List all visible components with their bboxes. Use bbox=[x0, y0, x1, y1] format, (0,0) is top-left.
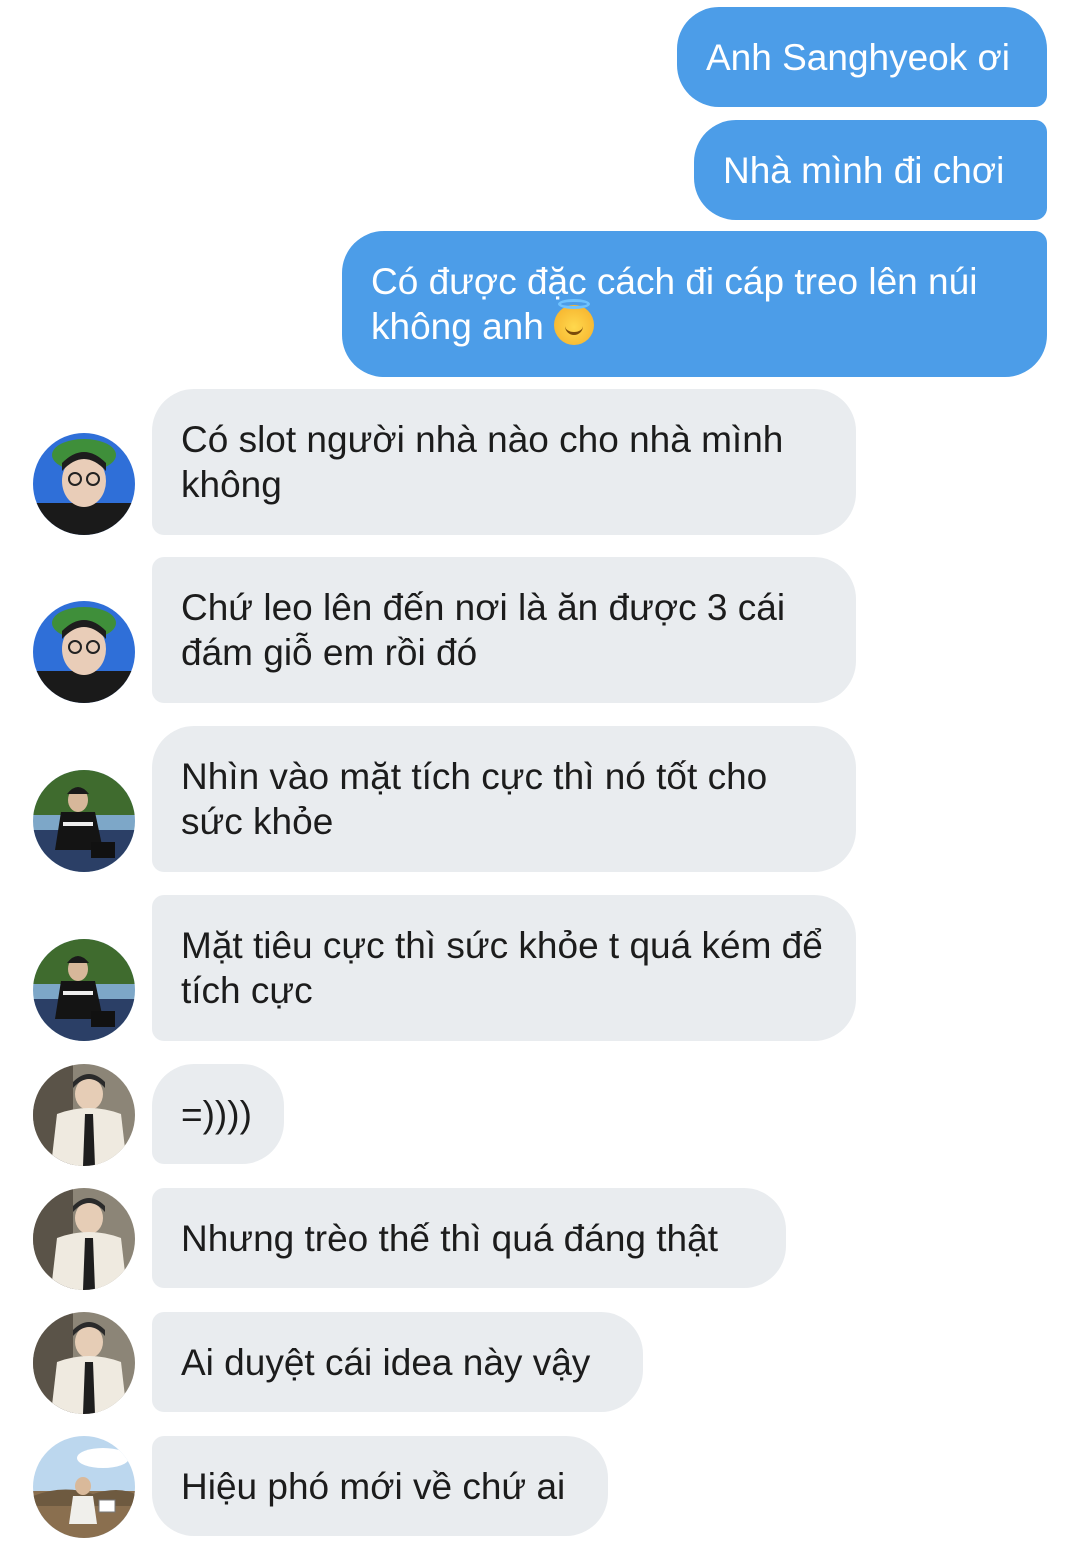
received-message[interactable]: =)))) bbox=[152, 1064, 284, 1164]
message-text: Nhìn vào mặt tích cực thì nó tốt cho sức… bbox=[181, 756, 768, 842]
received-message[interactable]: Ai duyệt cái idea này vậy bbox=[152, 1312, 643, 1412]
avatar[interactable] bbox=[33, 939, 135, 1041]
avatar[interactable] bbox=[33, 770, 135, 872]
avatar[interactable] bbox=[33, 1064, 135, 1166]
avatar[interactable] bbox=[33, 601, 135, 703]
message-text: Có slot người nhà nào cho nhà mình không bbox=[181, 419, 784, 505]
message-text: Nhà mình đi chơi bbox=[723, 149, 1005, 191]
avatar[interactable] bbox=[33, 1188, 135, 1290]
sent-message[interactable]: Nhà mình đi chơi bbox=[694, 120, 1047, 220]
message-text: Anh Sanghyeok ơi bbox=[706, 36, 1011, 78]
avatar-image bbox=[33, 939, 135, 1041]
avatar-image bbox=[33, 1064, 135, 1166]
message-text: Mặt tiêu cực thì sức khỏe t quá kém để t… bbox=[181, 925, 823, 1011]
avatar-image bbox=[33, 1188, 135, 1290]
message-text: Chứ leo lên đến nơi là ăn được 3 cái đám… bbox=[181, 587, 786, 673]
received-message[interactable]: Chứ leo lên đến nơi là ăn được 3 cái đám… bbox=[152, 557, 856, 703]
message-text: Ai duyệt cái idea này vậy bbox=[181, 1341, 591, 1383]
avatar-image bbox=[33, 601, 135, 703]
message-text: Có được đặc cách đi cáp treo lên núi khô… bbox=[371, 261, 978, 347]
avatar-image bbox=[33, 1436, 135, 1538]
received-message[interactable]: Hiệu phó mới về chứ ai bbox=[152, 1436, 608, 1536]
avatar-image bbox=[33, 433, 135, 535]
received-message[interactable]: Nhưng trèo thế thì quá đáng thật bbox=[152, 1188, 786, 1288]
message-text: Nhưng trèo thế thì quá đáng thật bbox=[181, 1217, 718, 1259]
avatar[interactable] bbox=[33, 1436, 135, 1538]
received-message[interactable]: Có slot người nhà nào cho nhà mình không bbox=[152, 389, 856, 535]
message-text: =)))) bbox=[181, 1093, 252, 1135]
sent-message[interactable]: Anh Sanghyeok ơi bbox=[677, 7, 1047, 107]
received-message[interactable]: Mặt tiêu cực thì sức khỏe t quá kém để t… bbox=[152, 895, 856, 1041]
avatar-image bbox=[33, 1312, 135, 1414]
message-text: Hiệu phó mới về chứ ai bbox=[181, 1465, 566, 1507]
avatar[interactable] bbox=[33, 1312, 135, 1414]
avatar[interactable] bbox=[33, 433, 135, 535]
message-text-wrapper: Có được đặc cách đi cáp treo lên núi khô… bbox=[371, 259, 1018, 349]
received-message[interactable]: Nhìn vào mặt tích cực thì nó tốt cho sức… bbox=[152, 726, 856, 872]
avatar-image bbox=[33, 770, 135, 872]
sent-message[interactable]: Có được đặc cách đi cáp treo lên núi khô… bbox=[342, 231, 1047, 377]
innocent-smiley-icon bbox=[553, 299, 594, 345]
